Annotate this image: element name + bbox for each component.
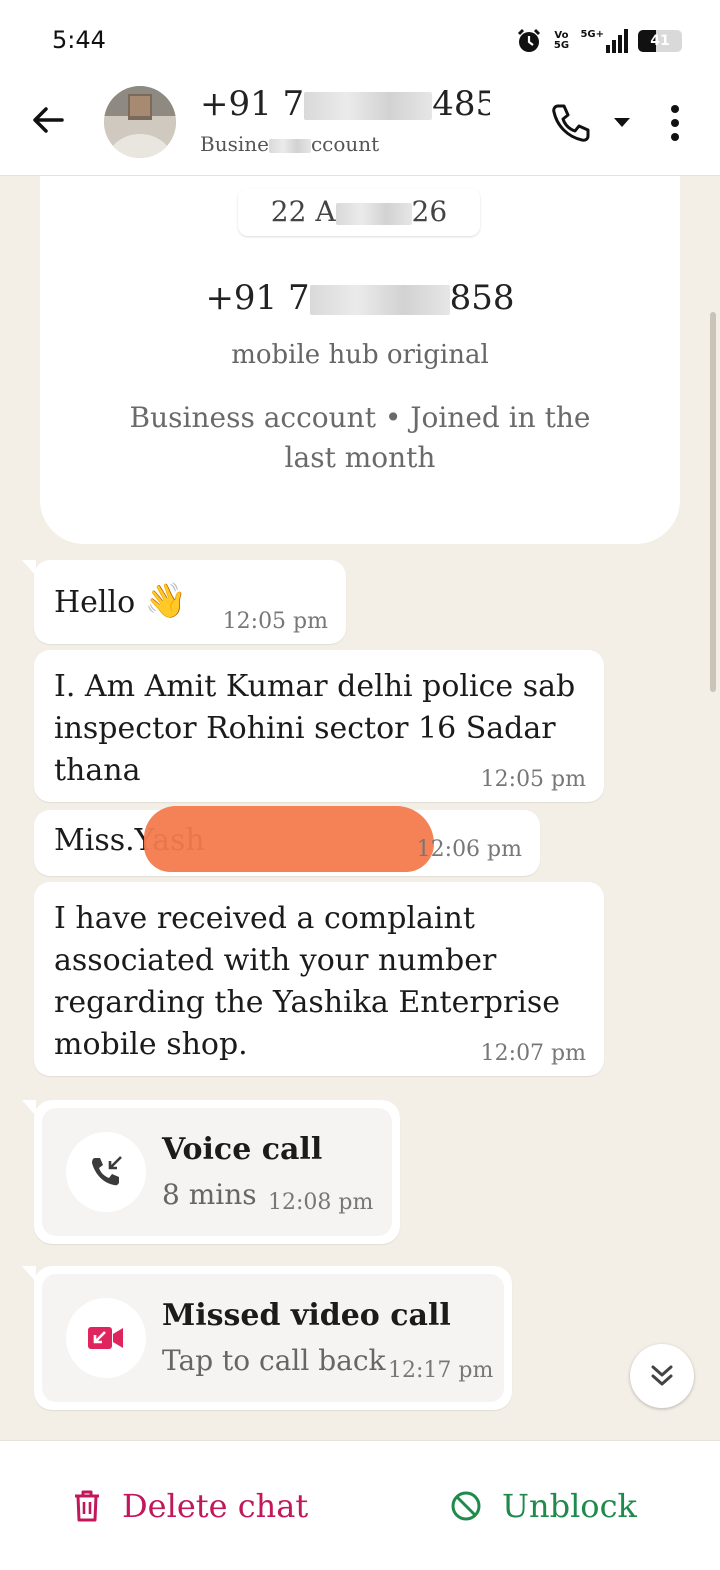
- status-time: 5:44: [52, 26, 106, 54]
- contact-subtitle: Busine ccount: [200, 132, 380, 156]
- block-icon: [451, 1491, 481, 1521]
- message-bubble[interactable]: I. Am Amit Kumar delhi police sab inspec…: [34, 650, 604, 802]
- message-bubble[interactable]: Miss.Yash 12:06 pm: [34, 806, 540, 876]
- scroll-to-bottom-button[interactable]: [630, 1344, 694, 1408]
- battery-icon: 41: [638, 30, 682, 52]
- date-divider: 22 A 26: [238, 188, 480, 236]
- profile-card: 22 A 26 +91 7 858 mobile hub original Busi…: [40, 176, 680, 544]
- message-bubble[interactable]: I have received a complaint associated w…: [34, 882, 604, 1076]
- call-card: Missed video call Tap to call back 12:17…: [42, 1274, 504, 1402]
- double-chevron-down-icon: [651, 1365, 673, 1386]
- call-time: 12:08 pm: [268, 1190, 374, 1215]
- alarm-icon: [518, 28, 541, 52]
- delete-chat-label: Delete chat: [122, 1487, 309, 1525]
- message-time: 12:05 pm: [480, 767, 586, 792]
- unblock-label: Unblock: [502, 1487, 637, 1525]
- incoming-call-icon: [66, 1132, 146, 1212]
- delete-chat-button[interactable]: Delete chat: [72, 1481, 308, 1531]
- missed-video-call-icon: [66, 1298, 146, 1378]
- profile-phone: +91 7 858: [205, 278, 515, 318]
- profile-meta: Business account • Joined in the last mo…: [129, 401, 591, 474]
- message-time: 12:06 pm: [416, 837, 522, 862]
- chat-header: +91 74858 Busineccount: [0, 80, 720, 176]
- missed-video-call-bubble[interactable]: Missed video call Tap to call back 12:17…: [22, 1266, 512, 1410]
- call-title: Missed video call: [162, 1298, 451, 1333]
- call-title: Voice call: [162, 1132, 323, 1167]
- message-bubble[interactable]: Hello 👋 12:05 pm: [22, 560, 346, 644]
- profile-name: mobile hub original: [231, 340, 489, 370]
- volte-icon: Vo 5G: [553, 30, 570, 51]
- network-label: 5G+: [580, 29, 604, 40]
- call-back-hint: Tap to call back: [162, 1344, 386, 1377]
- message-time: 12:07 pm: [480, 1041, 586, 1066]
- redaction-mark: [144, 806, 434, 872]
- chevron-down-icon[interactable]: [608, 108, 636, 136]
- avatar[interactable]: [104, 86, 176, 158]
- call-card: Voice call 8 mins 12:08 pm: [42, 1108, 392, 1236]
- unblock-button[interactable]: Unblock: [450, 1481, 637, 1531]
- message-time: 12:05 pm: [222, 609, 328, 634]
- call-duration: 8 mins: [162, 1178, 257, 1211]
- phone-call-icon[interactable]: [548, 100, 594, 146]
- back-arrow-icon[interactable]: [28, 100, 68, 140]
- status-bar: 5:44 Vo 5G 5G+ 41: [0, 0, 720, 80]
- status-icons: Vo 5G 5G+ 41: [516, 26, 682, 56]
- call-time: 12:17 pm: [388, 1358, 494, 1383]
- more-options-icon[interactable]: [660, 100, 690, 146]
- chat-area[interactable]: 22 A 26 +91 7 858 mobile hub original Busi…: [0, 176, 720, 1440]
- bottom-action-bar: Delete chat Unblock: [0, 1440, 720, 1570]
- signal-icon: 5G+: [580, 29, 628, 53]
- trash-icon: [75, 1490, 99, 1522]
- voice-call-bubble[interactable]: Voice call 8 mins 12:08 pm: [22, 1100, 400, 1244]
- waving-hand-icon: 👋: [144, 581, 188, 621]
- battery-level: 41: [650, 33, 670, 49]
- scrollbar[interactable]: [710, 312, 716, 692]
- contact-number[interactable]: +91 74858: [200, 84, 490, 124]
